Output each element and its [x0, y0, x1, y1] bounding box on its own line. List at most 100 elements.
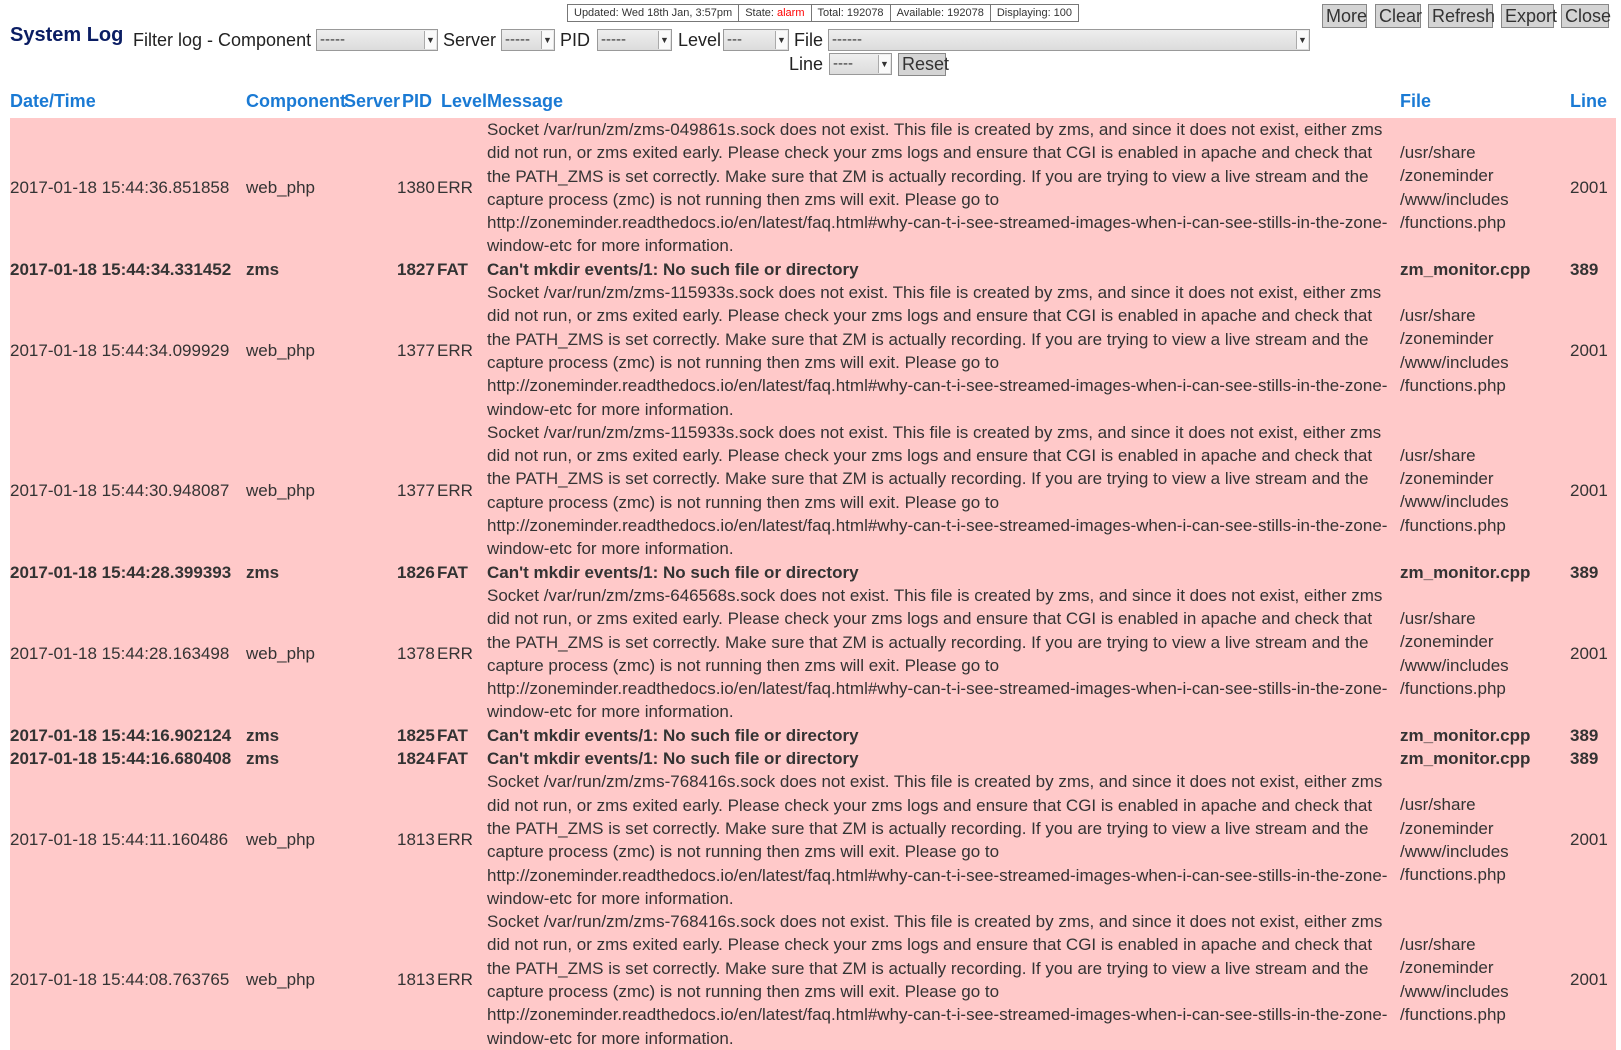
row-datetime: 2017-01-18 15:44:16.902124 [10, 725, 232, 745]
line-select[interactable]: ---- ▼ [829, 53, 892, 75]
row-level: ERR [437, 830, 473, 850]
row-file-part: zm_monitor.cpp [1400, 259, 1531, 279]
row-component: zms [246, 725, 280, 745]
server-select-value: ----- [505, 31, 530, 48]
table-row[interactable]: 2017-01-18 15:44:28.399393 zms 1826 FAT Can'… [10, 560, 1616, 584]
column-header-pid[interactable]: PID [402, 91, 432, 112]
filter-pid-label: PID [560, 30, 591, 50]
row-file-part: /zoneminder [1400, 632, 1494, 652]
column-header-line[interactable]: Line [1570, 91, 1607, 112]
row-file-part: /functions.php [1400, 1005, 1506, 1025]
component-select-value: ----- [320, 31, 345, 48]
table-row[interactable]: 2017-01-18 15:44:08.763765 web_php 1813 ERR… [10, 910, 1616, 1050]
column-header-file[interactable]: File [1400, 91, 1431, 112]
row-file: /usr/share/zoneminder/www/includes/funct… [1400, 304, 1560, 397]
row-file: zm_monitor.cpp [1400, 747, 1560, 770]
level-select-value: --- [727, 31, 742, 48]
row-file-part: /zoneminder [1400, 469, 1494, 489]
column-header-datetime[interactable]: Date/Time [10, 91, 96, 112]
row-message: Socket /var/run/zm/zms-115933s.sock does… [487, 422, 1388, 559]
pid-select-value: ----- [601, 31, 626, 48]
row-pid: 1377 [397, 480, 435, 500]
row-pid: 1377 [397, 341, 435, 361]
row-line: 389 [1570, 725, 1599, 745]
row-datetime: 2017-01-18 15:44:34.099929 [10, 341, 230, 361]
row-level: ERR [437, 341, 473, 361]
column-header-message[interactable]: Message [487, 91, 563, 112]
filter-server-label: Server [443, 30, 497, 50]
row-pid: 1380 [397, 178, 435, 197]
row-file: /usr/share/zoneminder/www/includes/funct… [1400, 793, 1560, 886]
row-level: ERR [437, 970, 473, 990]
row-file-part: /zoneminder [1400, 958, 1494, 978]
row-datetime: 2017-01-18 15:44:36.851858 [10, 178, 230, 197]
row-line: 2001 [1570, 970, 1608, 990]
row-line: 389 [1570, 562, 1599, 582]
row-level: FAT [437, 562, 468, 582]
refresh-button[interactable]: Refresh [1428, 4, 1495, 28]
table-row[interactable]: 2017-01-18 15:44:11.160486 web_php 1813 ERR… [10, 770, 1616, 911]
reset-button[interactable]: Reset [898, 53, 949, 76]
row-file-part: zm_monitor.cpp [1400, 749, 1531, 769]
table-row[interactable]: 2017-01-18 15:44:34.331452 zms 1827 FAT Can'… [10, 257, 1616, 282]
row-file-part: /www/includes [1400, 189, 1509, 209]
row-datetime: 2017-01-18 15:44:08.763765 [10, 970, 230, 990]
row-pid: 1824 [397, 749, 435, 769]
table-row[interactable]: 2017-01-18 15:44:28.163498 web_php 1378 ERR… [10, 583, 1616, 724]
row-level: ERR [437, 643, 473, 663]
row-component: zms [246, 259, 280, 279]
filter-level-label: Level [678, 30, 722, 50]
row-component: zms [246, 562, 280, 582]
more-button[interactable]: More [1322, 4, 1367, 28]
row-line: 2001 [1570, 643, 1608, 663]
row-component: web_php [246, 480, 316, 500]
row-component: web_php [246, 830, 316, 850]
row-file-part: /functions.php [1400, 375, 1506, 395]
row-file-part: /usr/share [1400, 445, 1476, 465]
row-pid: 1813 [397, 970, 435, 990]
row-file: /usr/share/zoneminder/www/includes/funct… [1400, 444, 1560, 537]
row-component: web_php [246, 178, 316, 197]
file-select-value: ------ [832, 31, 862, 48]
row-datetime: 2017-01-18 15:44:11.160486 [10, 830, 229, 850]
table-row[interactable]: 2017-01-18 15:44:30.948087 web_php 1377 ERR… [10, 420, 1616, 561]
row-file-part: /www/includes [1400, 352, 1509, 372]
log-rows: 2017-01-18 15:44:36.851858 web_php 1380 ERR… [10, 118, 1616, 1050]
clear-button[interactable]: Clear [1375, 4, 1422, 28]
row-level: ERR [437, 178, 473, 197]
row-file-part: zm_monitor.cpp [1400, 562, 1531, 582]
close-button[interactable]: Close [1561, 4, 1611, 28]
row-file-part: /www/includes [1400, 655, 1509, 675]
row-file-part: /functions.php [1400, 212, 1506, 232]
filter-line-label: Line [789, 54, 824, 74]
row-file-part: /functions.php [1400, 515, 1506, 535]
table-row[interactable]: 2017-01-18 15:44:16.902124 zms 1825 FAT Can'… [10, 723, 1616, 748]
row-file: /usr/share/zoneminder/www/includes/funct… [1400, 607, 1560, 700]
filter-file-label: File [794, 30, 824, 50]
row-message: Socket /var/run/zm/zms-049861s.sock does… [487, 120, 1388, 256]
row-line: 2001 [1570, 830, 1608, 850]
row-file-part: /functions.php [1400, 678, 1506, 698]
row-datetime: 2017-01-18 15:44:16.680408 [10, 749, 232, 769]
file-select[interactable]: ------ ▼ [828, 29, 1310, 51]
chevron-down-icon: ▼ [541, 31, 553, 49]
column-header-server[interactable]: Server [344, 91, 400, 112]
log-table: Date/Time Component Server PID Level Mes… [10, 86, 1616, 1050]
chevron-down-icon: ▼ [424, 31, 436, 49]
column-header-level[interactable]: Level [441, 91, 487, 112]
row-file-part: zm_monitor.cpp [1400, 725, 1531, 745]
row-datetime: 2017-01-18 15:44:28.163498 [10, 643, 230, 663]
table-row[interactable]: 2017-01-18 15:44:36.851858 web_php 1380 ERR… [10, 118, 1616, 258]
table-row[interactable]: 2017-01-18 15:44:34.099929 web_php 1377 ERR… [10, 281, 1616, 421]
row-pid: 1813 [397, 830, 435, 850]
row-datetime: 2017-01-18 15:44:30.948087 [10, 480, 230, 500]
column-header-component[interactable]: Component [246, 91, 346, 112]
table-row[interactable]: 2017-01-18 15:44:16.680408 zms 1824 FAT Can'… [10, 747, 1616, 771]
pid-select[interactable]: ----- ▼ [597, 29, 672, 51]
row-file-part: /www/includes [1400, 492, 1509, 512]
component-select[interactable]: ----- ▼ [316, 29, 438, 51]
export-button[interactable]: Export [1501, 4, 1557, 28]
server-select[interactable]: ----- ▼ [501, 29, 555, 51]
row-file-part: /usr/share [1400, 306, 1476, 326]
level-select[interactable]: --- ▼ [723, 29, 789, 51]
